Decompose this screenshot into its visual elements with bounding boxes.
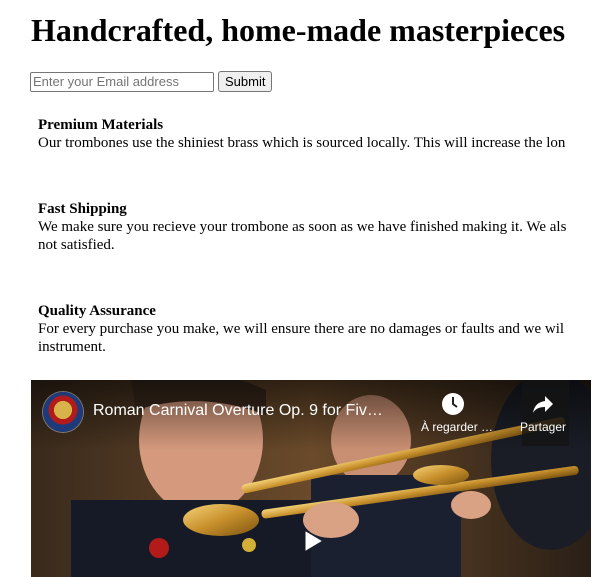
share-arrow-icon bbox=[533, 396, 553, 413]
feature-text: We make sure you recieve your trombone a… bbox=[38, 219, 567, 253]
feature-quality-assurance: Quality Assurance For every purchase you… bbox=[38, 302, 600, 356]
feature-title: Quality Assurance bbox=[38, 303, 156, 319]
page-title: Handcrafted, home-made masterpieces bbox=[31, 12, 566, 48]
submit-button[interactable]: Submit bbox=[218, 71, 273, 92]
play-icon[interactable] bbox=[299, 528, 325, 554]
watch-later-button[interactable]: À regarder … bbox=[421, 380, 494, 438]
video-title[interactable]: Roman Carnival Overture Op. 9 for Fiv… bbox=[93, 402, 408, 420]
feature-premium-materials: Premium Materials Our trombones use the … bbox=[38, 116, 600, 152]
watch-later-label: À regarder … bbox=[421, 420, 494, 434]
feature-text: For every purchase you make, we will ens… bbox=[38, 321, 565, 355]
channel-logo[interactable] bbox=[43, 392, 83, 432]
clock-icon bbox=[442, 393, 464, 415]
email-form: Submit bbox=[30, 71, 273, 92]
share-button[interactable]: Partager bbox=[511, 380, 575, 438]
feature-title: Fast Shipping bbox=[38, 201, 127, 217]
video-player[interactable]: Roman Carnival Overture Op. 9 for Fiv… À… bbox=[31, 380, 591, 577]
email-input[interactable] bbox=[30, 71, 214, 92]
feature-text: Our trombones use the shiniest brass whi… bbox=[38, 135, 566, 151]
share-label: Partager bbox=[519, 420, 567, 434]
feature-fast-shipping: Fast Shipping We make sure you recieve y… bbox=[38, 200, 600, 254]
feature-title: Premium Materials bbox=[38, 117, 164, 133]
